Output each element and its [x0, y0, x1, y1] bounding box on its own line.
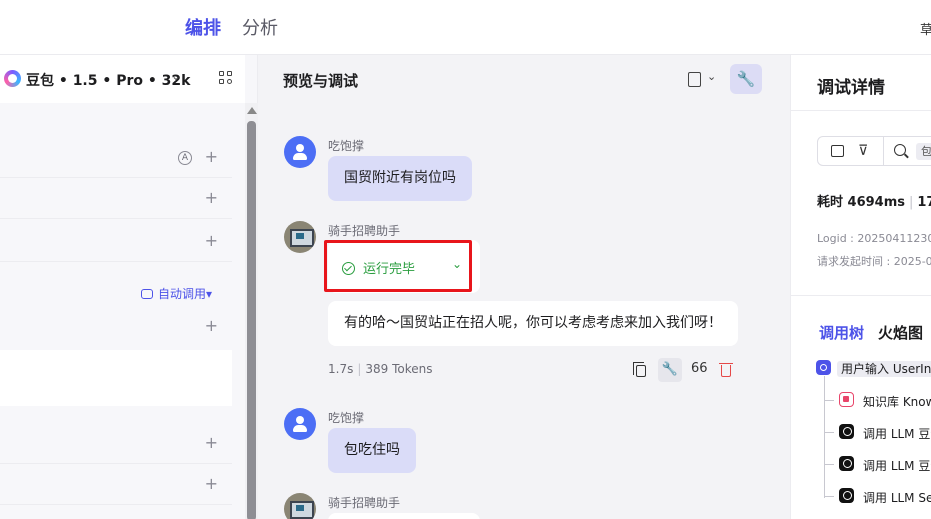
knowledge-base-icon: [839, 392, 854, 407]
bot-message-bubble: [328, 513, 480, 519]
tree-branch: [824, 464, 834, 465]
preview-debug-panel: 预览与调试 ⌄ 🔧 吃饱撑 国贸附近有岗位吗 骑手招聘助手 运行完毕 ⌄ 有的哈…: [258, 55, 790, 519]
debug-details-panel: 调试详情 ⊽ 包 耗时 4694ms|174 Logid : 202504112…: [790, 55, 931, 519]
debug-toolbar: ⊽ 包: [817, 136, 931, 166]
search-chip[interactable]: 包: [916, 143, 931, 160]
token-count: 389 Tokens: [365, 362, 433, 376]
tree-branch: [824, 496, 834, 497]
scroll-thumb[interactable]: [247, 121, 256, 519]
add-icon[interactable]: +: [205, 147, 218, 166]
config-card: [0, 350, 232, 406]
top-nav-bar: 编排 分析 草: [0, 0, 931, 55]
message-meta: 1.7s | 389 Tokens: [328, 362, 433, 376]
add-icon[interactable]: +: [205, 316, 218, 335]
config-row: +: [0, 464, 232, 505]
config-row: +: [0, 219, 232, 262]
highlight-annotation-box: [324, 240, 472, 292]
debug-wrench-icon[interactable]: 🔧: [658, 358, 682, 382]
user-message-bubble: 国贸附近有岗位吗: [328, 156, 472, 201]
sender-name: 骑手招聘助手: [328, 224, 401, 238]
add-icon[interactable]: +: [205, 433, 218, 452]
tab-call-tree[interactable]: 调用树: [819, 324, 864, 342]
divider: [791, 295, 931, 296]
user-avatar: [284, 136, 316, 168]
model-name: 豆包 • 1.5 • Pro • 32k: [26, 73, 191, 89]
debug-title: 调试详情: [817, 78, 885, 98]
search-icon[interactable]: [894, 144, 906, 156]
elapsed-time: 耗时 4694ms|174: [817, 195, 931, 210]
user-input-icon: [816, 360, 831, 375]
sender-name: 吃饱撑: [328, 411, 365, 425]
add-icon[interactable]: +: [205, 474, 218, 493]
left-config-panel: 豆包 • 1.5 • Pro • 32k ⌄ A + + + 自动调用▾ + +…: [0, 55, 258, 519]
grid-layout-icon[interactable]: [219, 71, 233, 85]
request-time: 请求发起时间 : 2025-0: [817, 255, 931, 268]
document-settings-icon[interactable]: [688, 72, 701, 87]
llm-icon: [839, 424, 854, 439]
copy-icon[interactable]: [633, 362, 646, 377]
divider: [883, 137, 884, 165]
llm-icon: [839, 456, 854, 471]
config-row: 自动调用▾ +: [0, 262, 232, 348]
llm-icon: [839, 488, 854, 503]
tree-node[interactable]: 调用 LLM 豆包: [863, 425, 931, 442]
tab-arrange[interactable]: 编排: [185, 14, 221, 40]
tree-node[interactable]: 用户输入 UserInp: [837, 360, 931, 377]
config-row: A +: [0, 103, 232, 178]
preview-header: 预览与调试 ⌄ 🔧: [258, 55, 790, 105]
tree-node[interactable]: 调用 LLM Sec: [863, 489, 931, 506]
filter-icon[interactable]: ⊽: [858, 143, 868, 159]
debug-tabs: 调用树 火焰图: [819, 322, 923, 343]
delete-icon[interactable]: [719, 363, 733, 377]
user-message-bubble: 包吃住吗: [328, 428, 416, 473]
doubao-logo-icon: [4, 70, 21, 87]
user-avatar: [284, 408, 316, 440]
chevron-down-icon[interactable]: ⌄: [171, 69, 181, 83]
left-scrollbar[interactable]: [245, 103, 258, 519]
sender-name: 骑手招聘助手: [328, 496, 401, 510]
add-icon[interactable]: +: [205, 231, 218, 250]
tree-connector: [824, 376, 825, 498]
auto-call-dropdown[interactable]: 自动调用▾: [140, 285, 212, 302]
bot-message-bubble: 有的哈～国贸站正在招人呢，你可以考虑考虑来加入我们呀！: [328, 301, 738, 346]
bot-avatar: [284, 493, 316, 519]
debug-wrench-button[interactable]: 🔧: [730, 64, 762, 94]
calendar-icon[interactable]: [831, 145, 844, 157]
tab-flame-graph[interactable]: 火焰图: [878, 324, 923, 342]
tree-branch: [824, 400, 834, 401]
quote-count[interactable]: 66: [691, 361, 708, 376]
bot-avatar: [284, 221, 316, 253]
response-duration: 1.7s: [328, 362, 354, 376]
preview-title: 预览与调试: [283, 72, 359, 90]
config-row: +: [0, 423, 232, 464]
tree-node[interactable]: 知识库 Know: [863, 393, 931, 410]
model-selector[interactable]: 豆包 • 1.5 • Pro • 32k ⌄: [0, 55, 245, 103]
add-icon[interactable]: +: [205, 188, 218, 207]
draft-label: 草: [920, 23, 931, 38]
divider: [791, 110, 931, 111]
robot-icon: [140, 289, 153, 299]
tree-branch: [824, 432, 834, 433]
chevron-down-icon[interactable]: ⌄: [707, 70, 716, 83]
config-row: +: [0, 178, 232, 219]
tab-analysis[interactable]: 分析: [242, 14, 278, 40]
logid: Logid : 20250411230: [817, 232, 931, 245]
auto-icon[interactable]: A: [178, 151, 192, 165]
scroll-up-arrow-icon[interactable]: [247, 107, 257, 114]
tree-node[interactable]: 调用 LLM 豆包: [863, 457, 931, 474]
sender-name: 吃饱撑: [328, 139, 365, 153]
